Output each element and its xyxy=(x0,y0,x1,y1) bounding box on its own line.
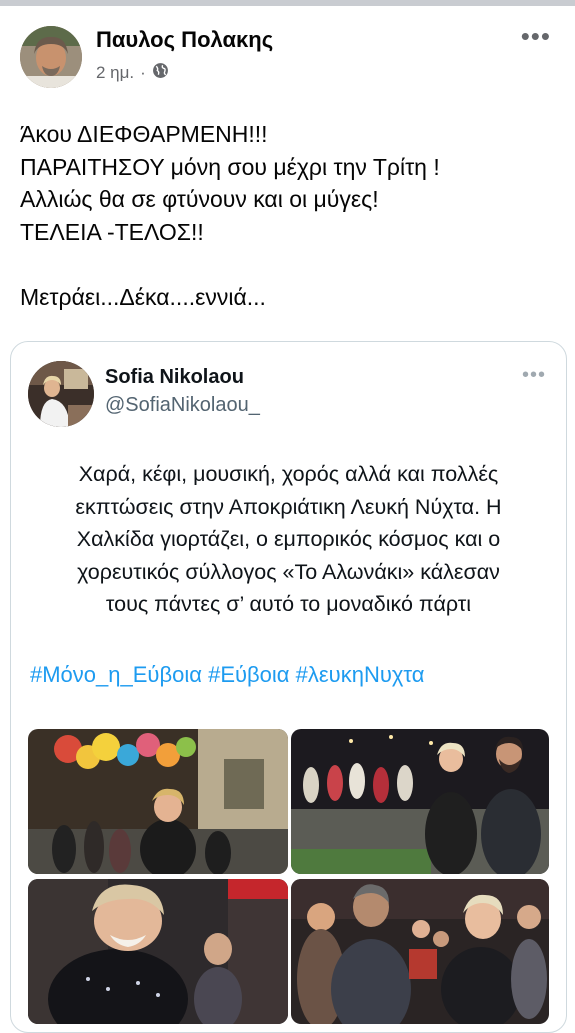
post-line: ΤΕΛΕΙΑ -ΤΕΛΟΣ!! xyxy=(20,218,204,245)
meta-separator: · xyxy=(140,63,146,82)
hashtag-link[interactable]: #Εύβοια xyxy=(208,662,289,687)
post-timestamp[interactable]: 2 ημ. xyxy=(96,63,134,83)
tweet-photo-2[interactable] xyxy=(291,729,549,874)
post-body: Άκου ΔΙΕΦΘΑΡΜΕΝΗ!!! ΠΑΡΑΙΤΗΣΟΥ μόνη σου … xyxy=(20,118,560,314)
tweet-line: χορευτικός σύλλογος «Το Αλωνάκι» κάλεσαν xyxy=(77,559,500,584)
tweet-photo-4[interactable] xyxy=(291,879,549,1024)
more-options-icon[interactable]: ••• xyxy=(521,23,551,49)
tweet-line: εκπτώσεις στην Αποκριάτικη Λευκή Νύχτα. … xyxy=(75,494,502,519)
post-line: Αλλιώς θα σε φτύνουν και οι μύγες! xyxy=(20,186,379,212)
post-meta: 2 ημ. · xyxy=(96,62,169,84)
hashtag-row: #Μόνο_η_Εύβοια #Εύβοια #λευκηΝυχτα xyxy=(30,662,425,688)
author-avatar[interactable] xyxy=(20,26,82,88)
quoted-tweet-card[interactable]: Sofia Nikolaou @SofiaNikolaou_ ••• Χαρά,… xyxy=(10,341,567,1033)
tweet-photo-3[interactable] xyxy=(28,879,288,1024)
hashtag-link[interactable]: #Μόνο_η_Εύβοια xyxy=(30,662,202,687)
tweet-body: Χαρά, κέφι, μουσική, χορός αλλά και πολλ… xyxy=(21,458,556,621)
globe-icon xyxy=(152,62,169,84)
post-line: ΠΑΡΑΙΤΗΣΟΥ μόνη σου μέχρι την Τρίτη ! xyxy=(20,153,440,180)
tweet-author-name[interactable]: Sofia Nikolaou xyxy=(105,366,244,389)
post-line: Άκου ΔΙΕΦΘΑΡΜΕΝΗ!!! xyxy=(20,121,268,147)
tweet-line: Χαρά, κέφι, μουσική, χορός αλλά και πολλ… xyxy=(78,462,499,486)
author-name[interactable]: Παυλος Πολακης xyxy=(96,27,273,53)
tweet-photo-1[interactable] xyxy=(28,729,288,874)
tweet-more-icon[interactable]: ••• xyxy=(522,364,546,387)
tweet-author-handle[interactable]: @SofiaNikolaou_ xyxy=(105,394,260,417)
post-line: Μετράει...Δέκα....εννιά... xyxy=(20,284,266,310)
hashtag-link[interactable]: #λευκηΝυχτα xyxy=(296,662,425,687)
tweet-line: Χαλκίδα γιορτάζει, ο εμπορικός κόσμος κα… xyxy=(76,527,501,551)
tweet-author-avatar[interactable] xyxy=(28,361,94,427)
top-bar xyxy=(0,0,575,6)
tweet-line: τους πάντες σ’ αυτό το μοναδικό πάρτι xyxy=(105,592,472,616)
